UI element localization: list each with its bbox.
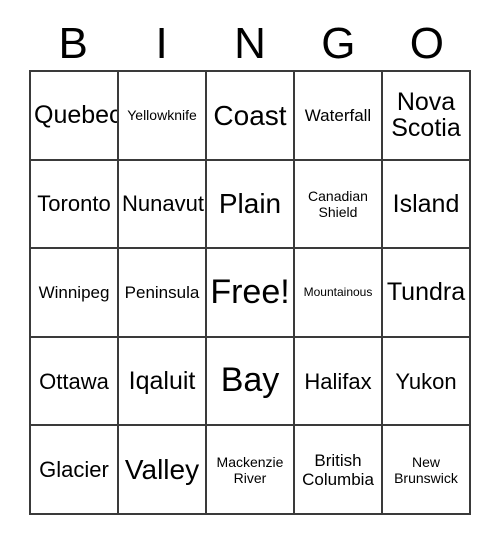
bingo-cell[interactable]: Winnipeg — [31, 249, 119, 338]
bingo-cell[interactable]: Coast — [207, 72, 295, 161]
bingo-cell-label: Nunavut — [122, 191, 204, 217]
bingo-cell-label: New Brunswick — [394, 453, 458, 486]
bingo-cell-label: Tundra — [386, 278, 466, 307]
bingo-cell[interactable]: Iqaluit — [119, 337, 207, 427]
bingo-cell[interactable]: Peninsula — [119, 249, 207, 338]
bingo-cell-label: Winnipeg — [38, 282, 110, 302]
bingo-cell-free-space[interactable]: Free! — [207, 249, 295, 338]
bingo-cell[interactable]: British Columbia — [295, 426, 383, 515]
bingo-header-row: B I N G O — [29, 17, 471, 70]
bingo-cell-label: Free! — [210, 272, 290, 311]
bingo-cell-label: Glacier — [39, 457, 109, 483]
bingo-cell-label: Coast — [213, 99, 287, 131]
bingo-cell-label: Peninsula — [124, 282, 200, 302]
bingo-cell[interactable]: Canadian Shield — [295, 160, 383, 250]
bingo-grid: Quebec Yellowknife Coast Waterfall Nova … — [29, 70, 471, 515]
bingo-cell[interactable]: Quebec — [31, 72, 119, 161]
bingo-cell-label: Waterfall — [304, 105, 372, 125]
bingo-cell[interactable]: Glacier — [31, 426, 119, 515]
bingo-cell[interactable]: Ottawa — [31, 337, 119, 427]
bingo-row: Winnipeg Peninsula Free! Mountainous Tun… — [31, 249, 471, 338]
bingo-row: Toronto Nunavut Plain Canadian Shield Is… — [31, 160, 471, 250]
bingo-cell-label: Quebec — [34, 101, 119, 130]
bingo-cell-label: Halifax — [304, 368, 372, 394]
header-letter-b: B — [58, 18, 88, 68]
bingo-row: Ottawa Iqaluit Bay Halifax Yukon — [31, 337, 471, 427]
bingo-cell-label: Island — [392, 189, 460, 218]
bingo-cell[interactable]: Mountainous — [295, 249, 383, 338]
bingo-cell-label: Yukon — [395, 368, 457, 394]
header-letter-i: I — [155, 18, 168, 68]
bingo-row: Glacier Valley Mackenzie River British C… — [31, 426, 471, 515]
bingo-cell[interactable]: Tundra — [383, 249, 471, 338]
bingo-row: Quebec Yellowknife Coast Waterfall Nova … — [31, 72, 471, 161]
bingo-cell[interactable]: Valley — [119, 426, 207, 515]
bingo-cell[interactable]: Waterfall — [295, 72, 383, 161]
bingo-cell[interactable]: Plain — [207, 160, 295, 250]
bingo-cell-label: Plain — [218, 188, 282, 220]
bingo-cell[interactable]: New Brunswick — [383, 426, 471, 515]
bingo-cell-label: Bay — [220, 361, 280, 400]
bingo-cell-label: Mountainous — [303, 284, 373, 299]
header-letter-o: O — [409, 18, 444, 68]
bingo-cell[interactable]: Island — [383, 160, 471, 250]
bingo-cell[interactable]: Nova Scotia — [383, 72, 471, 161]
bingo-cell[interactable]: Yellowknife — [119, 72, 207, 161]
bingo-cell-label: Nova Scotia — [391, 88, 461, 143]
header-letter-g: G — [321, 18, 356, 68]
bingo-cell[interactable]: Bay — [207, 337, 295, 427]
bingo-cell[interactable]: Halifax — [295, 337, 383, 427]
bingo-cell-label: British Columbia — [302, 450, 374, 489]
bingo-cell-label: Yellowknife — [127, 107, 197, 124]
bingo-cell-label: Valley — [124, 453, 200, 485]
bingo-cell-label: Mackenzie River — [216, 453, 284, 486]
bingo-cell-label: Iqaluit — [128, 366, 196, 395]
bingo-cell[interactable]: Mackenzie River — [207, 426, 295, 515]
header-letter-n: N — [234, 18, 266, 68]
bingo-cell[interactable]: Nunavut — [119, 160, 207, 250]
bingo-cell-label: Ottawa — [39, 368, 109, 394]
bingo-cell-label: Canadian Shield — [308, 187, 368, 220]
bingo-cell-label: Toronto — [37, 191, 111, 217]
bingo-card: B I N G O Quebec Yellowknife Coast Water… — [0, 0, 500, 544]
bingo-cell[interactable]: Toronto — [31, 160, 119, 250]
bingo-cell[interactable]: Yukon — [383, 337, 471, 427]
